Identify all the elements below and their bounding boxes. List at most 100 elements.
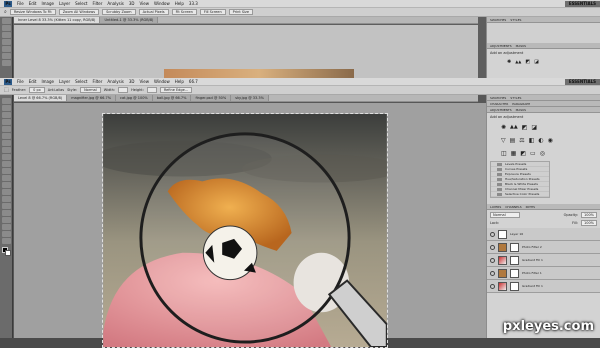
fit-screen-button[interactable]: Fit Screen — [171, 9, 197, 15]
tab-front-doc-5[interactable]: finger.psd @ 50% — [191, 95, 232, 101]
tab-front-doc-2[interactable]: magnifier.jpg @ 66.7% — [67, 95, 117, 101]
tab-adjustments[interactable]: ADJUSTMENTS — [490, 43, 512, 48]
invert-icon[interactable]: ◫ — [501, 150, 507, 157]
workspace-switcher[interactable]: ESSENTIALS — [564, 0, 600, 7]
tab-channels[interactable]: CHANNELS — [505, 204, 521, 209]
healing-tool-icon[interactable] — [2, 140, 11, 146]
feather-input[interactable]: 0 px — [29, 87, 45, 93]
photo-filter-icon[interactable]: ◐ — [538, 137, 543, 144]
visibility-eye-icon[interactable] — [490, 231, 495, 237]
menu-filter[interactable]: Filter — [92, 1, 102, 6]
levels-icon[interactable]: ▲▲ — [515, 59, 521, 65]
posterize-icon[interactable]: ▦ — [511, 150, 517, 157]
menu-select[interactable]: Select — [75, 79, 87, 84]
layer-row[interactable]: Layer 16 — [487, 228, 600, 241]
fill-screen-button[interactable]: Fill Screen — [199, 9, 226, 15]
tab-masks[interactable]: MASKS — [516, 107, 526, 112]
tab-front-doc-1[interactable]: Level 8 @ 66.7% (RGB/8) — [14, 95, 68, 101]
tab-swatches[interactable]: SWATCHES — [490, 95, 506, 100]
menu-3d[interactable]: 3D — [129, 79, 135, 84]
menu-view[interactable]: View — [140, 1, 150, 6]
eraser-tool-icon[interactable] — [2, 168, 11, 174]
layer-row[interactable]: Photo Filter 1 — [487, 267, 600, 280]
brush-tool-icon[interactable] — [2, 147, 11, 153]
tab-character[interactable]: CHARACTER — [490, 101, 508, 106]
bw-icon[interactable]: ◧ — [529, 137, 535, 144]
curves-icon[interactable]: ◩ — [522, 124, 528, 131]
3d-tool-icon[interactable] — [2, 224, 11, 230]
preset-selective-color[interactable]: Selective Color Presets — [491, 192, 549, 197]
background-color-swatch[interactable] — [5, 250, 11, 256]
visibility-eye-icon[interactable] — [490, 257, 495, 263]
path-select-tool-icon[interactable] — [2, 210, 11, 216]
levels-icon[interactable]: ▲▲ — [510, 124, 518, 131]
zoom-tool-icon[interactable] — [2, 238, 11, 244]
width-input[interactable] — [118, 87, 129, 93]
menu-analysis[interactable]: Analysis — [107, 79, 123, 84]
marquee-tool-icon[interactable] — [2, 105, 11, 111]
canvas-area[interactable] — [14, 103, 486, 348]
tab-paths[interactable]: PATHS — [526, 204, 535, 209]
height-input[interactable] — [146, 87, 157, 93]
anti-alias-checkbox[interactable]: Anti-alias — [48, 88, 64, 92]
visibility-eye-icon[interactable] — [490, 244, 495, 250]
tab-back-doc-1[interactable]: Inner Level 8 33.3% (Kitten 11 copy, RGB… — [14, 17, 101, 23]
tab-front-doc-6[interactable]: sky.jpg @ 33.3% — [231, 95, 269, 101]
exposure-icon[interactable]: ◪ — [531, 124, 537, 131]
tab-back-doc-2[interactable]: Untitled-1 @ 33.3% (RGB/8) — [100, 17, 159, 23]
zoom-level[interactable]: 66.7 — [189, 79, 198, 84]
tab-styles[interactable]: STYLES — [510, 17, 521, 22]
history-brush-tool-icon[interactable] — [2, 161, 11, 167]
menu-layer[interactable]: Layer — [59, 1, 70, 6]
refine-edge-button[interactable]: Refine Edge... — [159, 87, 193, 93]
hand-tool-icon[interactable] — [2, 231, 11, 237]
menu-image[interactable]: Image — [41, 1, 54, 6]
quick-select-tool-icon[interactable] — [2, 119, 11, 125]
menu-image[interactable]: Image — [41, 79, 54, 84]
dodge-tool-icon[interactable] — [2, 189, 11, 195]
menu-edit[interactable]: Edit — [29, 79, 37, 84]
tab-swatches[interactable]: SWATCHES — [490, 17, 506, 22]
style-select[interactable]: Normal — [80, 87, 101, 93]
print-size-button[interactable]: Print Size — [228, 9, 254, 15]
exposure-icon[interactable]: ◪ — [534, 59, 539, 65]
brightness-icon[interactable]: ✺ — [507, 59, 511, 65]
move-tool-icon[interactable] — [2, 98, 11, 104]
layer-row[interactable]: Gradient Fill 1 — [487, 254, 600, 267]
opacity-input[interactable]: 100% — [580, 212, 597, 218]
menu-filter[interactable]: Filter — [92, 79, 102, 84]
zoom-all-windows-checkbox[interactable]: Zoom All Windows — [58, 9, 100, 15]
menu-3d[interactable]: 3D — [129, 1, 135, 6]
lasso-tool-icon[interactable] — [2, 112, 11, 118]
tab-styles[interactable]: STYLES — [510, 95, 521, 100]
eyedropper-tool-icon[interactable] — [2, 133, 11, 139]
workspace-switcher[interactable]: ESSENTIALS — [564, 78, 600, 85]
tool-icon[interactable] — [2, 25, 11, 31]
tab-paragraph[interactable]: PARAGRAPH — [512, 101, 530, 106]
tool-icon[interactable] — [2, 60, 11, 66]
tool-icon[interactable] — [2, 32, 11, 38]
stamp-tool-icon[interactable] — [2, 154, 11, 160]
menu-view[interactable]: View — [140, 79, 150, 84]
tool-icon[interactable] — [2, 53, 11, 59]
threshold-icon[interactable]: ◩ — [520, 150, 526, 157]
blend-mode-select[interactable]: Normal — [490, 212, 520, 218]
fill-input[interactable]: 100% — [580, 220, 597, 226]
curves-icon[interactable]: ◩ — [525, 59, 530, 65]
menu-layer[interactable]: Layer — [59, 79, 70, 84]
menu-analysis[interactable]: Analysis — [107, 1, 123, 6]
tab-adjustments[interactable]: ADJUSTMENTS — [490, 107, 512, 112]
brightness-icon[interactable]: ✺ — [501, 124, 506, 131]
color-balance-icon[interactable]: ⚖ — [519, 137, 524, 144]
channel-mixer-icon[interactable]: ◉ — [548, 137, 553, 144]
shape-tool-icon[interactable] — [2, 217, 11, 223]
tool-icon[interactable] — [2, 39, 11, 45]
visibility-eye-icon[interactable] — [490, 270, 495, 276]
layer-row[interactable]: Gradient Fill 1 — [487, 280, 600, 293]
tab-front-doc-4[interactable]: ball.jpg @ 66.7% — [152, 95, 192, 101]
visibility-eye-icon[interactable] — [490, 283, 495, 289]
layer-row[interactable]: Photo Filter 2 — [487, 241, 600, 254]
selective-color-icon[interactable]: ◎ — [540, 150, 545, 157]
menu-file[interactable]: File — [17, 1, 24, 6]
menu-select[interactable]: Select — [75, 1, 87, 6]
